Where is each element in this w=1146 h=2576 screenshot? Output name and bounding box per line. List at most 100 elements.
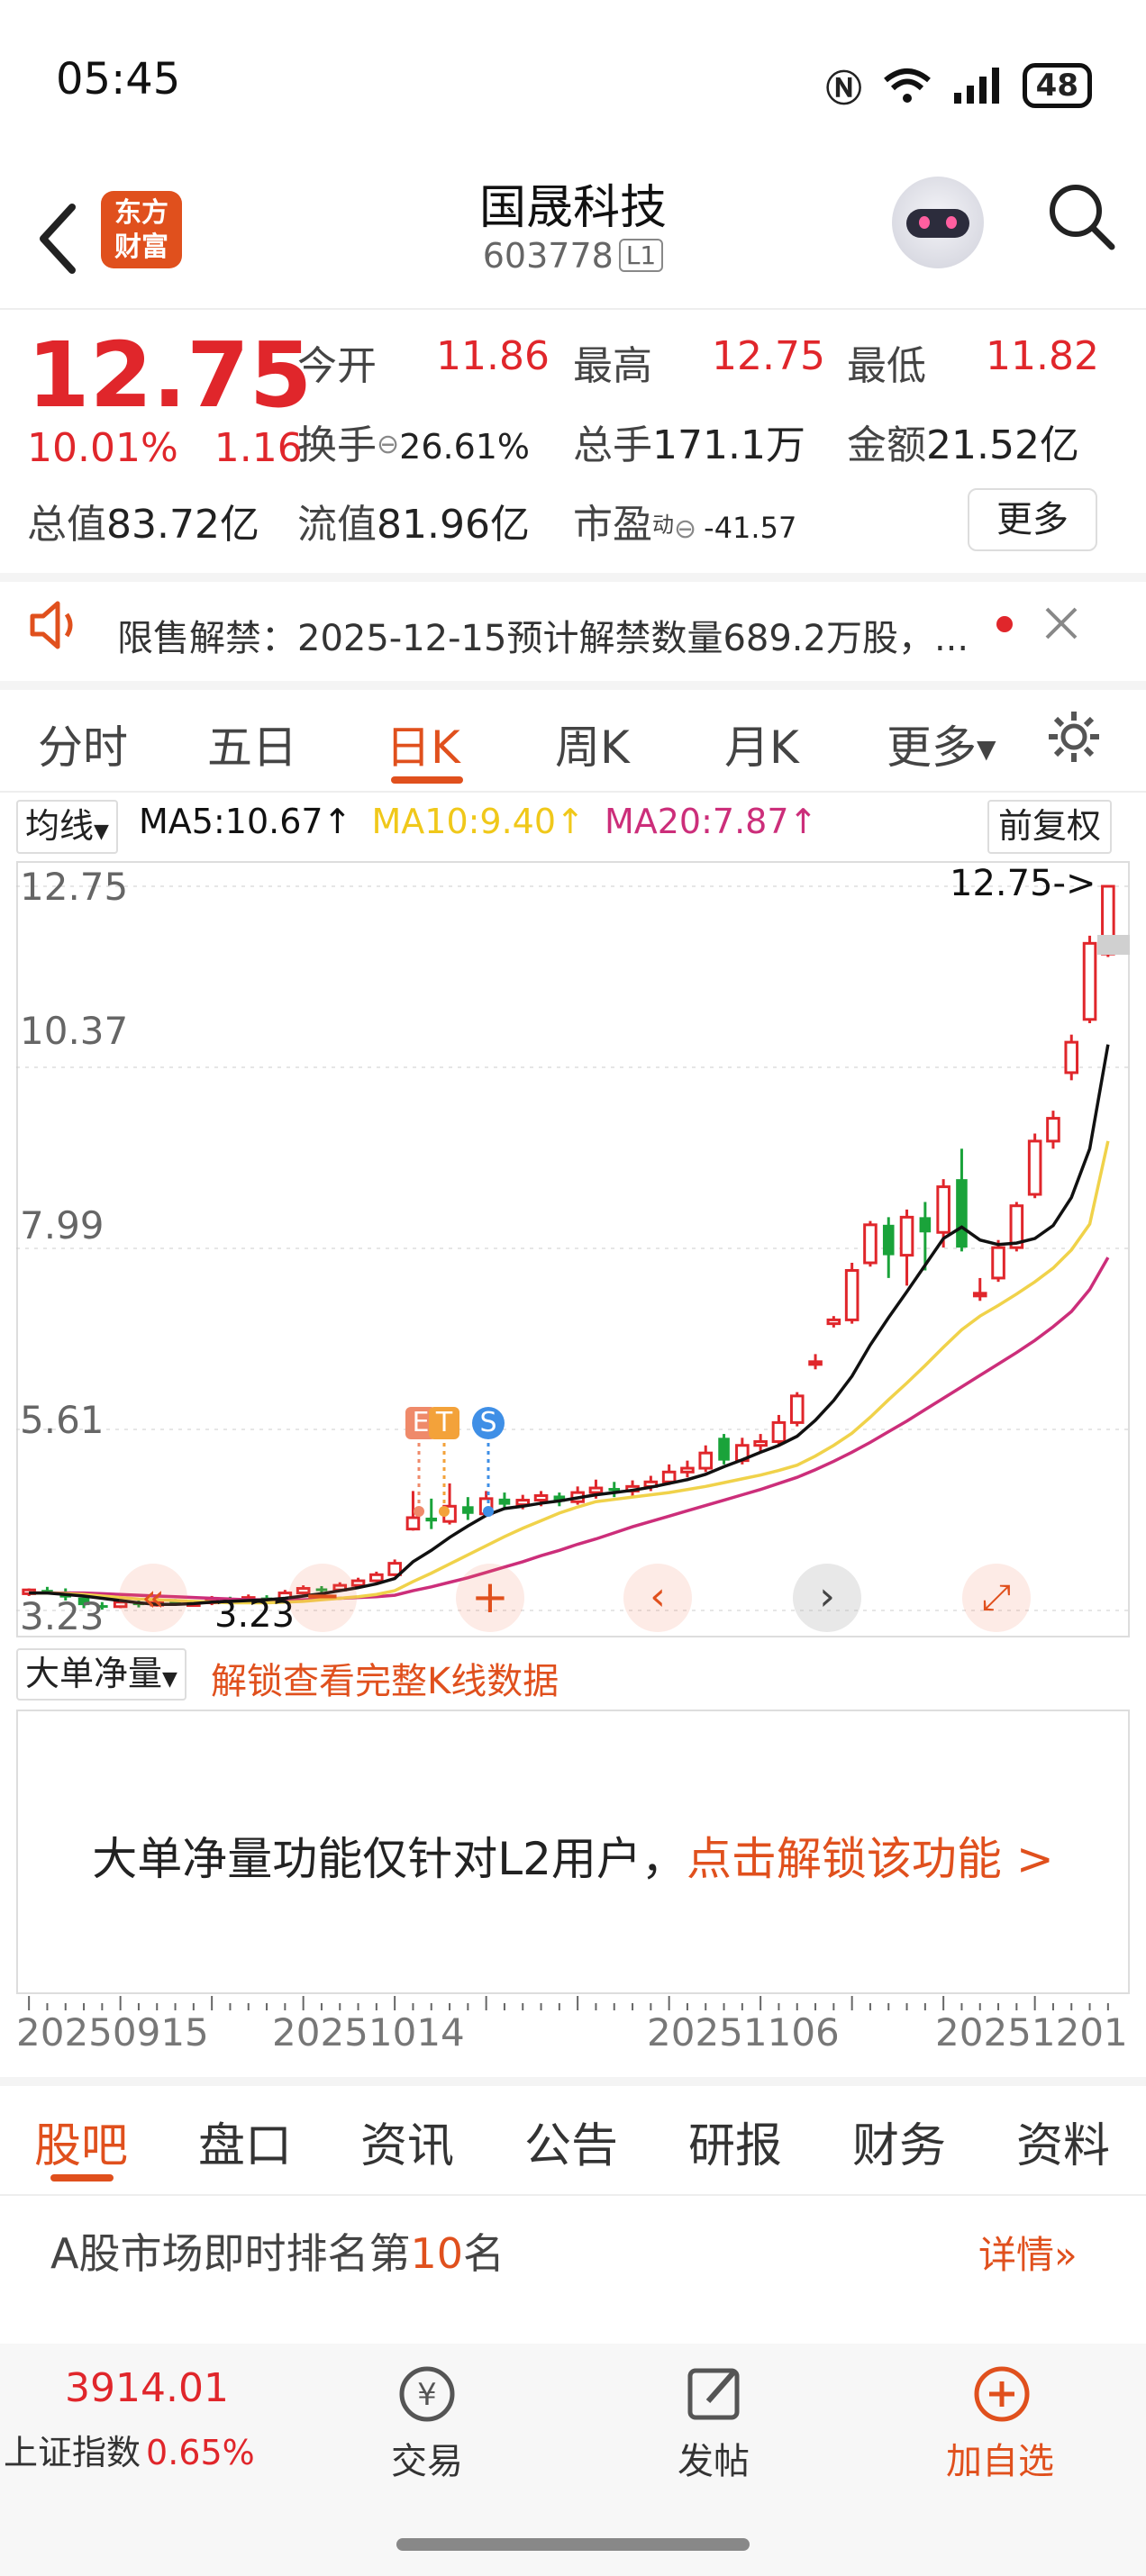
volume-stat: 总手171.1万 [573,422,805,468]
open-stat: 今开 [297,343,377,389]
date-label: 20250915 [16,2010,209,2054]
tab-announcements[interactable]: 公告 [524,2108,618,2175]
candle [789,1392,805,1427]
close-icon[interactable] [1043,605,1079,641]
tab-profile[interactable]: 资料 [1016,2108,1110,2175]
trade-label[interactable]: 交易 [391,2432,463,2484]
divider [0,2077,1146,2086]
tab-intraday[interactable]: 分时 [38,712,128,776]
candle [625,1480,640,1496]
stock-code: 603778 [482,236,614,276]
info-icon: ⊖ [377,429,400,460]
candle [698,1445,714,1473]
pe-stat: 市盈动⊖ -41.57 [573,502,797,548]
low-price-marker: 3.23 [214,1594,296,1636]
add-circle-icon[interactable] [969,2362,1034,2426]
float-stat: 流值81.96亿 [297,502,530,548]
candle [826,1316,841,1328]
signal-icon [953,68,999,104]
zoom-in-button[interactable]: + [456,1564,524,1632]
candle [442,1483,457,1525]
candle [882,1217,895,1278]
pan-left-button[interactable]: ‹ [623,1564,692,1632]
candle [991,1239,1005,1283]
zoom-out-button[interactable]: − [288,1564,357,1632]
candle [570,1486,585,1505]
fullscreen-icon[interactable]: ⤢ [962,1564,1031,1632]
y-label: 3.23 [20,1594,105,1638]
edit-icon[interactable] [683,2362,748,2426]
high-label: 最高 [573,343,652,389]
nfc-icon: Ⓝ [825,68,862,110]
divider [0,791,1146,793]
pan-start-button[interactable]: « [119,1564,187,1632]
tab-monthly-k[interactable]: 月K [724,712,799,776]
y-label: 7.99 [20,1203,105,1247]
post-label[interactable]: 发帖 [678,2432,750,2484]
index-value[interactable]: 3914.01 [65,2365,229,2411]
price-change: 10.01% 1.16 [27,425,303,471]
index-info[interactable]: 上证指数 0.65% [4,2425,255,2474]
unlock-feature-link[interactable]: 点击解锁该功能 > [687,1833,1054,1885]
high-value: 12.75 [712,333,825,379]
candle [1027,1133,1042,1199]
tab-pankou[interactable]: 盘口 [198,2108,292,2175]
tab-news[interactable]: 资讯 [360,2108,454,2175]
divider [0,681,1146,690]
home-indicator [396,2538,750,2551]
event-marker-s[interactable]: S [472,1407,505,1439]
divider [0,308,1146,310]
double-chevron-icon: » [1054,2233,1078,2277]
rank-detail-link[interactable]: 详情» [978,2225,1078,2280]
y-label: 5.61 [20,1398,105,1442]
tab-finance[interactable]: 财务 [852,2108,946,2175]
candle [462,1497,474,1520]
candle [972,1277,987,1302]
candle [1046,1111,1060,1149]
last-price-marker: 12.75-> [950,863,1096,904]
tab-daily-k[interactable]: 日K [386,712,460,776]
add-watchlist-label[interactable]: 加自选 [946,2432,1054,2484]
notice-text[interactable]: 限售解禁：2025-12-15预计解禁数量689.2万股，... [117,609,969,661]
gear-icon[interactable] [1045,708,1103,766]
kline-chart[interactable] [16,861,1130,1637]
lower-indicator-selector[interactable]: 大单净量▼ [16,1648,186,1701]
low-value: 11.82 [986,333,1099,379]
ma20-value: MA20:7.87 [604,802,789,841]
candle [771,1414,787,1446]
info-icon: ⊖ [674,513,697,545]
event-marker-dot [439,1506,450,1517]
date-label: 20251014 [272,2010,465,2054]
candle [425,1498,438,1529]
indicator-selector[interactable]: 均线▼ [16,800,118,854]
event-marker-t[interactable]: T [429,1407,459,1439]
unlock-kline-link[interactable]: 解锁查看完整K线数据 [211,1652,559,1704]
adjust-mode-button[interactable]: 前复权 [987,800,1113,854]
market-rank: A股市场即时排名第10名 [50,2229,505,2278]
assistant-robot-icon[interactable] [892,177,984,268]
tab-weekly-k[interactable]: 周K [555,712,630,776]
candle [956,1148,968,1252]
candle [808,1354,823,1370]
battery-level: 48 [1022,63,1092,108]
tab-five-day[interactable]: 五日 [207,712,297,776]
price-band [1097,935,1130,955]
status-time: 05:45 [56,54,181,104]
active-tab-indicator [391,776,463,784]
trade-icon[interactable]: ¥ [395,2362,459,2426]
candle [369,1571,384,1583]
pan-right-button[interactable]: › [793,1564,861,1632]
last-price: 12.75 [27,322,313,428]
candle [680,1460,695,1478]
more-stats-button[interactable]: 更多 [968,488,1097,551]
caret-down-icon: ▼ [977,734,996,764]
candle [863,1220,878,1267]
level-badge: L1 [618,239,664,272]
tab-guba[interactable]: 股吧 [34,2108,128,2175]
tab-research[interactable]: 研报 [688,2108,782,2175]
tab-more[interactable]: 更多▼ [887,712,996,776]
event-marker-dot [414,1506,424,1517]
candle [1082,935,1097,1024]
search-icon[interactable] [1045,180,1117,252]
svg-text:¥: ¥ [417,2377,437,2413]
